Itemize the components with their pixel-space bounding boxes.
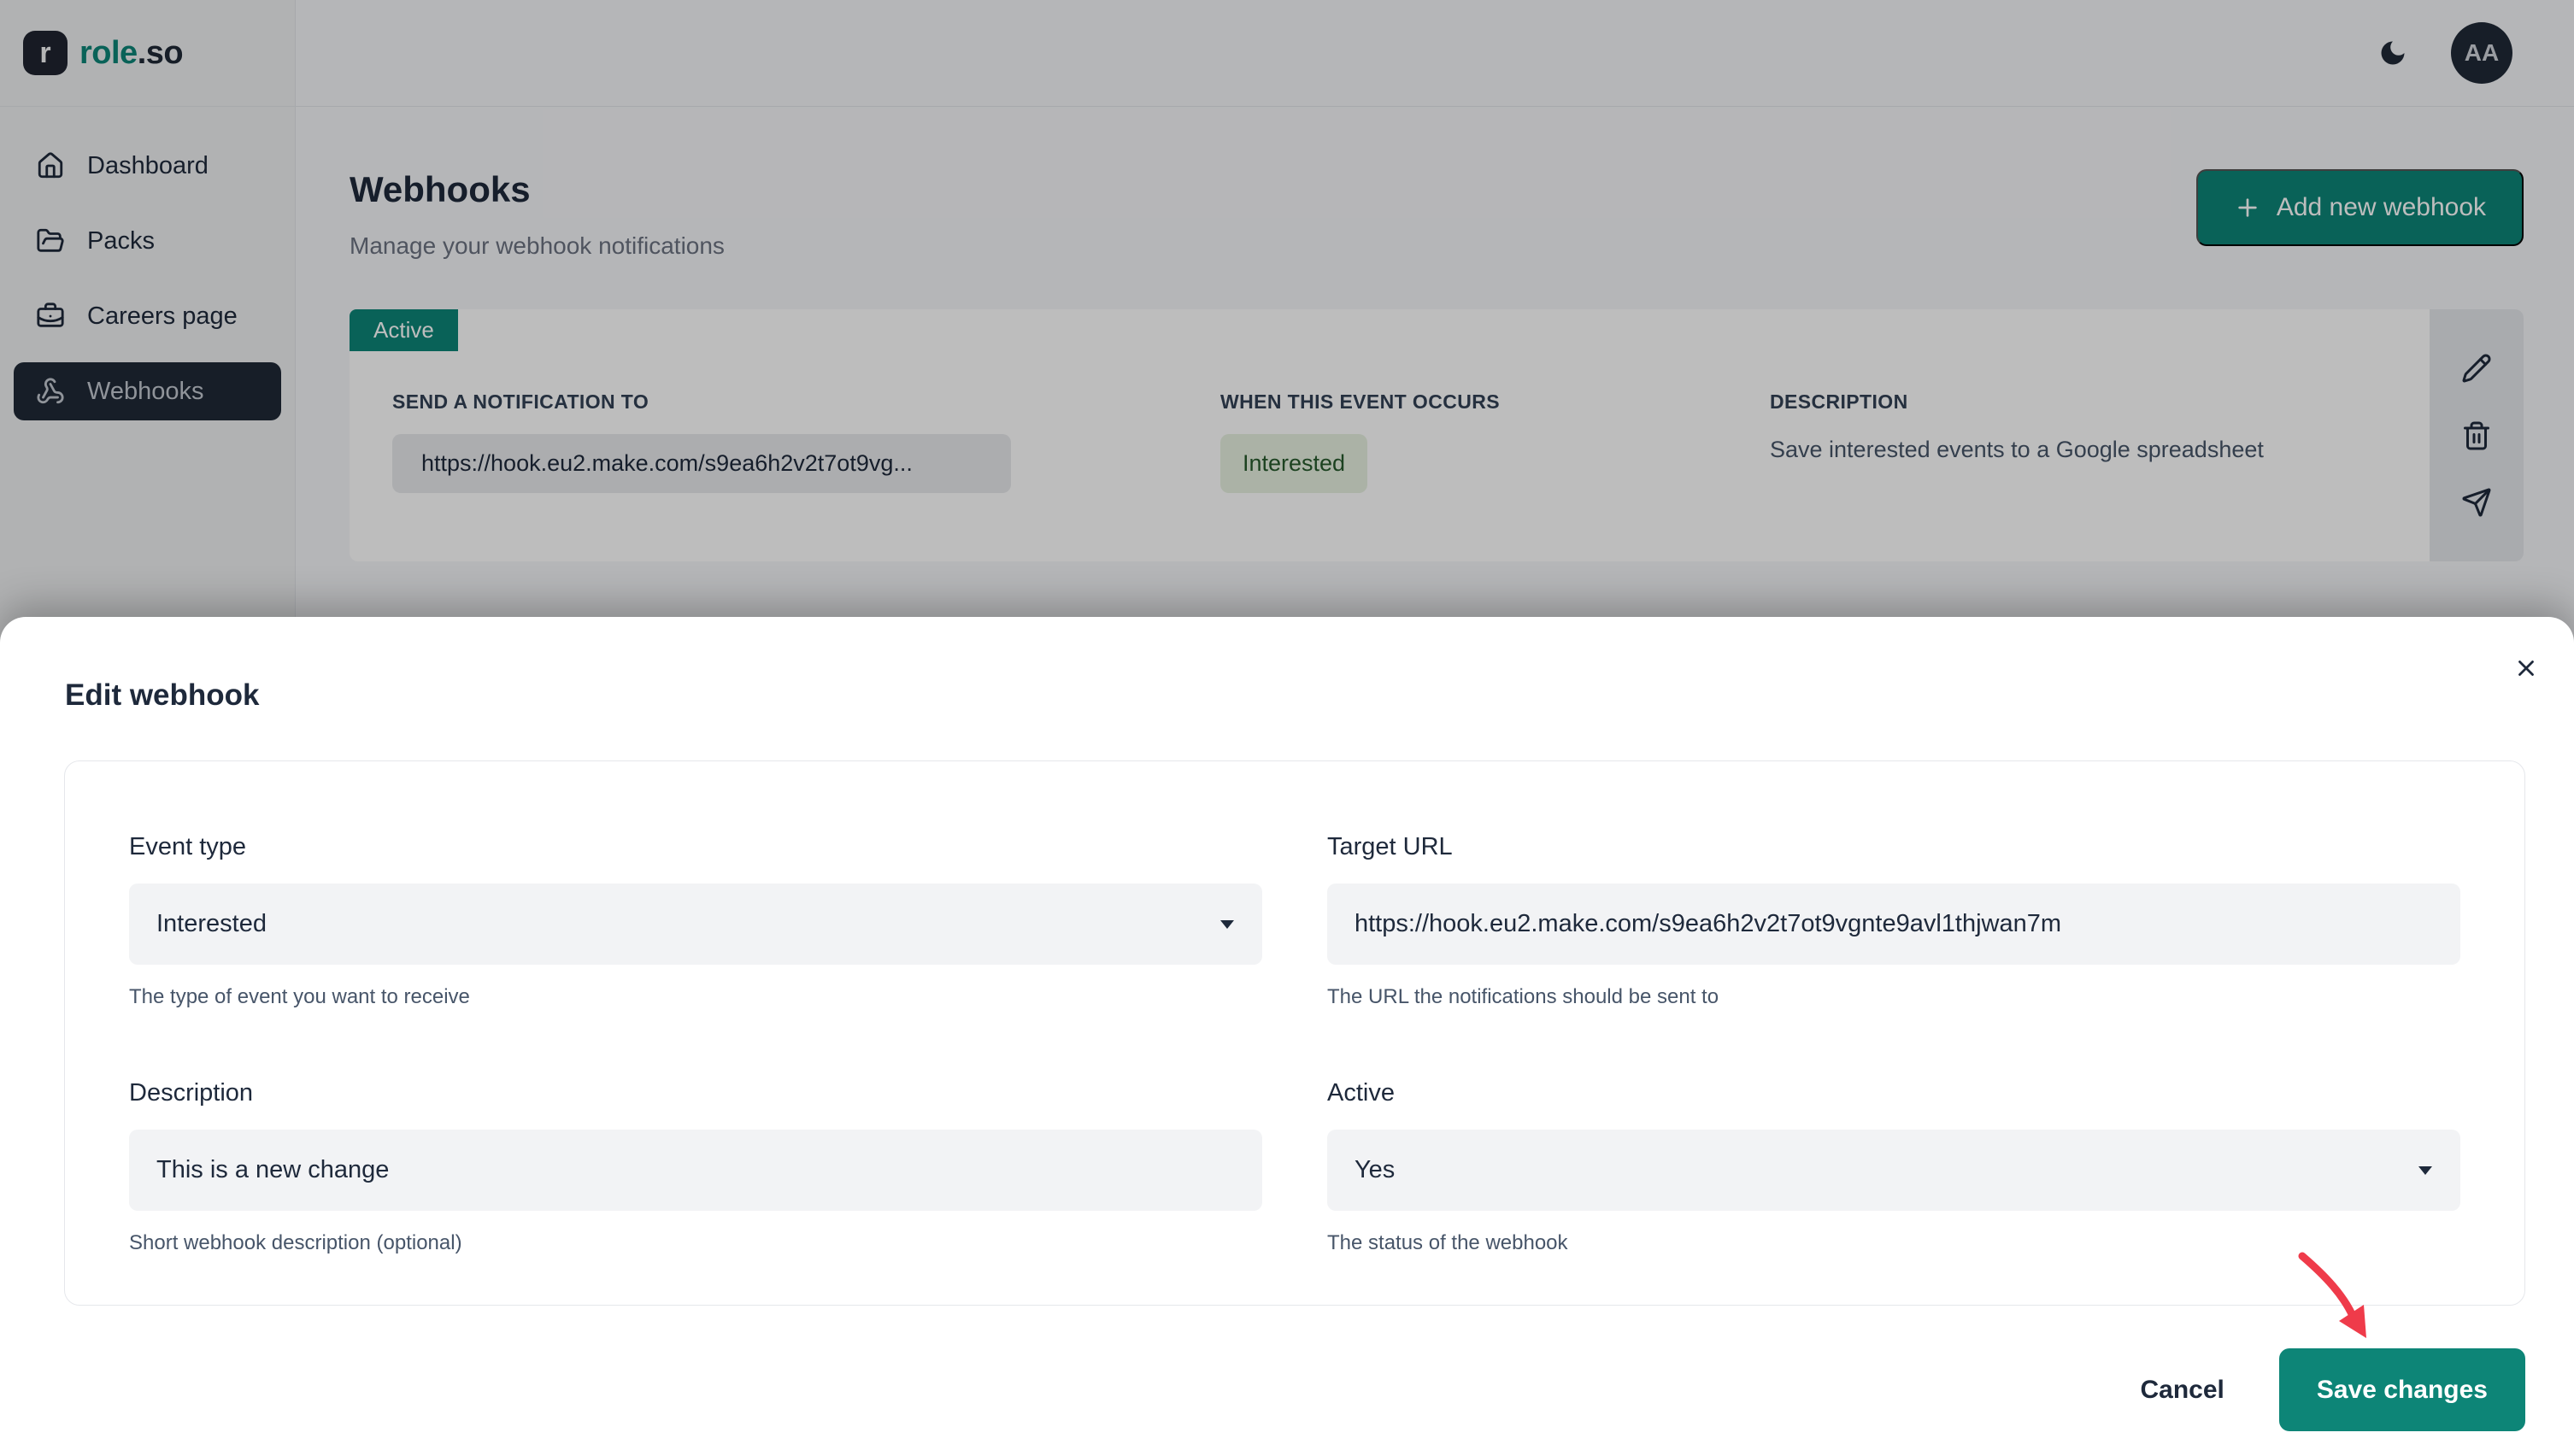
description-field: Description Short webhook description (o… [129,1079,1262,1255]
active-select[interactable]: Yes [1327,1130,2460,1211]
edit-webhook-modal: Edit webhook Event type Interested The t… [0,617,2574,1456]
chevron-down-icon [1219,919,1235,930]
active-label: Active [1327,1079,2460,1107]
target-url-label: Target URL [1327,833,2460,861]
event-type-select[interactable]: Interested [129,884,1262,965]
modal-close-button[interactable] [2502,644,2550,692]
target-url-field: Target URL The URL the notifications sho… [1327,833,2460,1009]
event-type-value: Interested [156,910,267,938]
active-value: Yes [1355,1156,1395,1184]
event-type-label: Event type [129,833,1262,861]
app-screen: r role.so Dashboard Packs Careers page W… [0,0,2574,1456]
event-type-helper: The type of event you want to receive [129,985,1262,1009]
target-url-helper: The URL the notifications should be sent… [1327,985,2460,1009]
description-helper: Short webhook description (optional) [129,1231,1262,1255]
close-icon [2513,655,2539,681]
modal-footer: Cancel Save changes [0,1348,2574,1431]
active-field: Active Yes The status of the webhook [1327,1079,2460,1255]
chevron-down-icon [2418,1165,2433,1176]
description-input[interactable] [129,1130,1262,1211]
target-url-input[interactable] [1327,884,2460,965]
active-helper: The status of the webhook [1327,1231,2460,1255]
modal-title: Edit webhook [65,678,2574,713]
event-type-field: Event type Interested The type of event … [129,833,1262,1009]
save-changes-button[interactable]: Save changes [2279,1348,2525,1431]
description-label: Description [129,1079,1262,1107]
edit-webhook-form: Event type Interested The type of event … [64,760,2525,1306]
cancel-button[interactable]: Cancel [2131,1359,2232,1422]
